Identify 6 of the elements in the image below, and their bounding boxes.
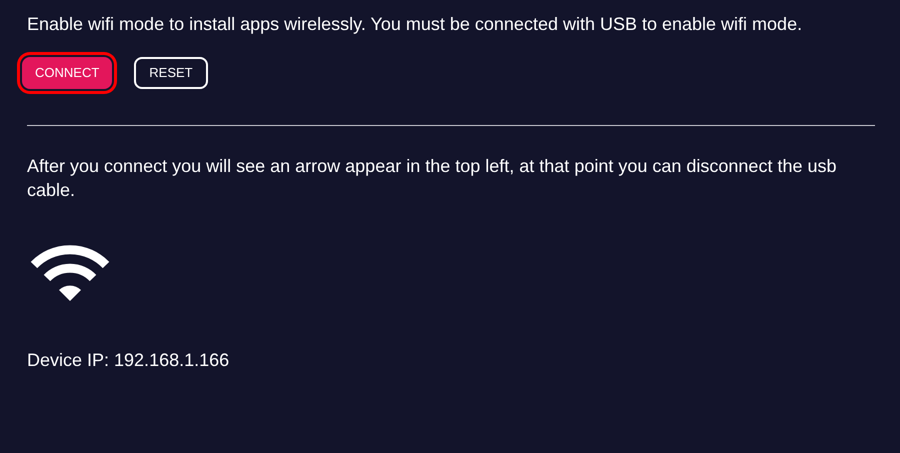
instruction-text: After you connect you will see an arrow appear in the top left, at that point you can disconnect the usb cable. bbox=[27, 155, 838, 202]
intro-text: Enable wifi mode to install apps wirelessly. You must be connected with USB to enable wifi mode. bbox=[27, 13, 804, 36]
connect-button[interactable]: CONNECT bbox=[22, 57, 112, 89]
device-ip-text: Device IP: 192.168.1.166 bbox=[27, 349, 230, 372]
reset-button[interactable]: RESET bbox=[134, 57, 208, 89]
wifi-icon bbox=[30, 245, 110, 301]
